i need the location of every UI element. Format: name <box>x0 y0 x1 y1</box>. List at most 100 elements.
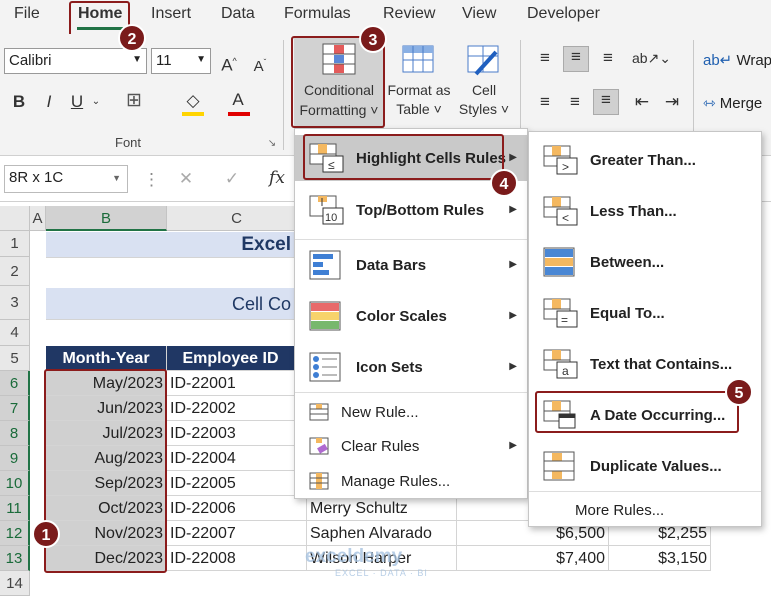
title-cell[interactable]: Excel <box>46 232 294 258</box>
cell-styles-icon <box>467 45 499 76</box>
employee-id-cell[interactable]: ID-22006 <box>167 496 307 521</box>
menu-separator <box>529 491 761 492</box>
tab-data[interactable]: Data <box>221 5 255 23</box>
fill-color-icon[interactable]: ◇ <box>183 91 203 111</box>
employee-id-cell[interactable]: ID-22005 <box>167 471 307 496</box>
menu-item-color-scales[interactable]: Color Scales ▶ <box>295 293 527 339</box>
select-all-corner[interactable] <box>0 206 30 231</box>
underline-icon[interactable]: U <box>68 92 86 112</box>
row-header[interactable]: 4 <box>0 320 30 346</box>
menu-item-greater-than[interactable]: > Greater Than... <box>529 137 761 183</box>
subtitle-cell[interactable]: Cell Co <box>46 288 294 320</box>
align-right-icon[interactable]: ≡ <box>593 89 619 115</box>
text-contains-icon: a <box>543 349 578 379</box>
chevron-down-icon: ▼ <box>132 54 142 65</box>
column-header-c[interactable]: C <box>167 206 307 231</box>
column-header-a[interactable]: A <box>30 206 46 231</box>
menu-item-clear-rules[interactable]: Clear Rules ▶ <box>295 431 527 463</box>
step-badge-4: 4 <box>490 169 518 197</box>
row-header[interactable]: 14 <box>0 571 30 596</box>
align-center-icon[interactable]: ≡ <box>565 92 585 112</box>
menu-item-label: Top/Bottom Rules <box>356 202 485 219</box>
borders-icon[interactable]: ⊞ <box>122 91 146 111</box>
menu-item-label: Greater Than... <box>590 152 696 169</box>
row-header[interactable]: 2 <box>0 257 30 286</box>
row-header[interactable]: 3 <box>0 286 30 320</box>
decrease-indent-icon[interactable]: ⇤ <box>632 92 652 112</box>
font-color-icon[interactable]: A <box>228 90 248 110</box>
employee-id-cell[interactable]: ID-22002 <box>167 396 307 421</box>
font-name-select[interactable]: Calibri ▼ <box>4 48 147 74</box>
salary-cell[interactable]: $7,400 <box>457 546 609 571</box>
employee-id-cell[interactable]: ID-22004 <box>167 446 307 471</box>
row-header[interactable]: 9 <box>0 446 30 471</box>
orientation-icon[interactable]: ab↗⌄ <box>632 48 671 68</box>
tab-file[interactable]: File <box>14 5 40 23</box>
menu-item-between[interactable]: Between... <box>529 239 761 285</box>
watermark: exceldemy EXCEL · DATA · BI <box>305 546 428 578</box>
menu-item-top-bottom-rules[interactable]: 10 Top/Bottom Rules ▶ <box>295 187 527 233</box>
employee-id-cell[interactable]: ID-22008 <box>167 546 307 571</box>
tab-review[interactable]: Review <box>383 5 435 23</box>
tab-insert[interactable]: Insert <box>151 5 191 23</box>
cancel-icon[interactable]: ✕ <box>176 169 196 189</box>
menu-item-duplicate-values[interactable]: Duplicate Values... <box>529 443 761 489</box>
merge-button[interactable]: ⇿ Merge <box>703 94 762 112</box>
format-as-table-button[interactable]: Format as Table ˅ <box>386 44 452 128</box>
menu-item-more-rules[interactable]: More Rules... <box>529 498 761 524</box>
tab-developer[interactable]: Developer <box>527 5 600 23</box>
menu-item-icon-sets[interactable]: Icon Sets ▶ <box>295 344 527 390</box>
row-header[interactable]: 11 <box>0 496 30 521</box>
tab-view[interactable]: View <box>462 5 496 23</box>
highlight-cells-rules-highlight-box <box>303 134 504 180</box>
align-bottom-icon[interactable]: ≡ <box>598 48 618 68</box>
name-box[interactable]: 8R x 1C ▼ <box>4 165 128 193</box>
date-occurring-highlight-box <box>535 391 739 433</box>
menu-item-new-rule[interactable]: New Rule... <box>295 397 527 429</box>
menu-item-label: Less Than... <box>590 203 677 220</box>
chevron-right-icon: ▶ <box>509 204 517 215</box>
increase-font-icon[interactable]: A^ <box>218 51 240 76</box>
font-size-value: 11 <box>156 52 172 69</box>
row-header[interactable]: 7 <box>0 396 30 421</box>
enter-icon[interactable]: ✓ <box>222 169 242 189</box>
chevron-right-icon: ▶ <box>509 440 517 451</box>
menu-item-manage-rules[interactable]: Manage Rules... <box>295 466 527 498</box>
align-left-icon[interactable]: ≡ <box>535 92 555 112</box>
bonus-cell[interactable]: $3,150 <box>609 546 711 571</box>
employee-id-cell[interactable]: ID-22007 <box>167 521 307 546</box>
more-icon: ⋮ <box>143 170 160 189</box>
row-header[interactable]: 6 <box>0 371 30 396</box>
decrease-font-icon[interactable]: Aˇ <box>249 53 271 77</box>
column-header-b[interactable]: B <box>46 206 167 231</box>
row-header[interactable]: 13 <box>0 546 30 571</box>
row-header[interactable]: 12 <box>0 521 30 546</box>
employee-id-cell[interactable]: ID-22003 <box>167 421 307 446</box>
insert-function-icon[interactable]: fx <box>266 168 288 188</box>
menu-item-text-contains[interactable]: a Text that Contains... <box>529 341 761 387</box>
header-employee-id[interactable]: Employee ID <box>167 346 294 371</box>
name-cell[interactable]: Merry Schultz <box>307 496 457 521</box>
tab-formulas[interactable]: Formulas <box>284 5 351 23</box>
menu-item-data-bars[interactable]: Data Bars ▶ <box>295 242 527 288</box>
row-header[interactable]: 8 <box>0 421 30 446</box>
employee-id-cell[interactable]: ID-22001 <box>167 371 307 396</box>
chevron-down-icon[interactable]: ⌄ <box>90 92 102 112</box>
increase-indent-icon[interactable]: ⇥ <box>662 92 682 112</box>
italic-icon[interactable]: I <box>40 92 58 112</box>
name-cell[interactable]: Saphen Alvarado <box>307 521 457 546</box>
align-top-icon[interactable]: ≡ <box>535 48 555 68</box>
cell-styles-button[interactable]: Cell Styles ˅ <box>456 44 512 128</box>
row-header[interactable]: 5 <box>0 346 30 371</box>
menu-item-equal-to[interactable]: = Equal To... <box>529 290 761 336</box>
dialog-launcher-icon[interactable]: ↘ <box>266 134 278 154</box>
bold-icon[interactable]: B <box>10 92 28 112</box>
row-header[interactable]: 10 <box>0 471 30 496</box>
row-header[interactable]: 1 <box>0 231 30 257</box>
align-middle-icon[interactable]: ≡ <box>563 46 589 72</box>
font-size-select[interactable]: 11 ▼ <box>151 48 211 74</box>
header-month-year[interactable]: Month-Year <box>46 346 167 371</box>
svg-text:a: a <box>562 364 569 378</box>
menu-item-less-than[interactable]: < Less Than... <box>529 188 761 234</box>
wrap-text-button[interactable]: ab↵ Wrap T <box>703 51 771 69</box>
